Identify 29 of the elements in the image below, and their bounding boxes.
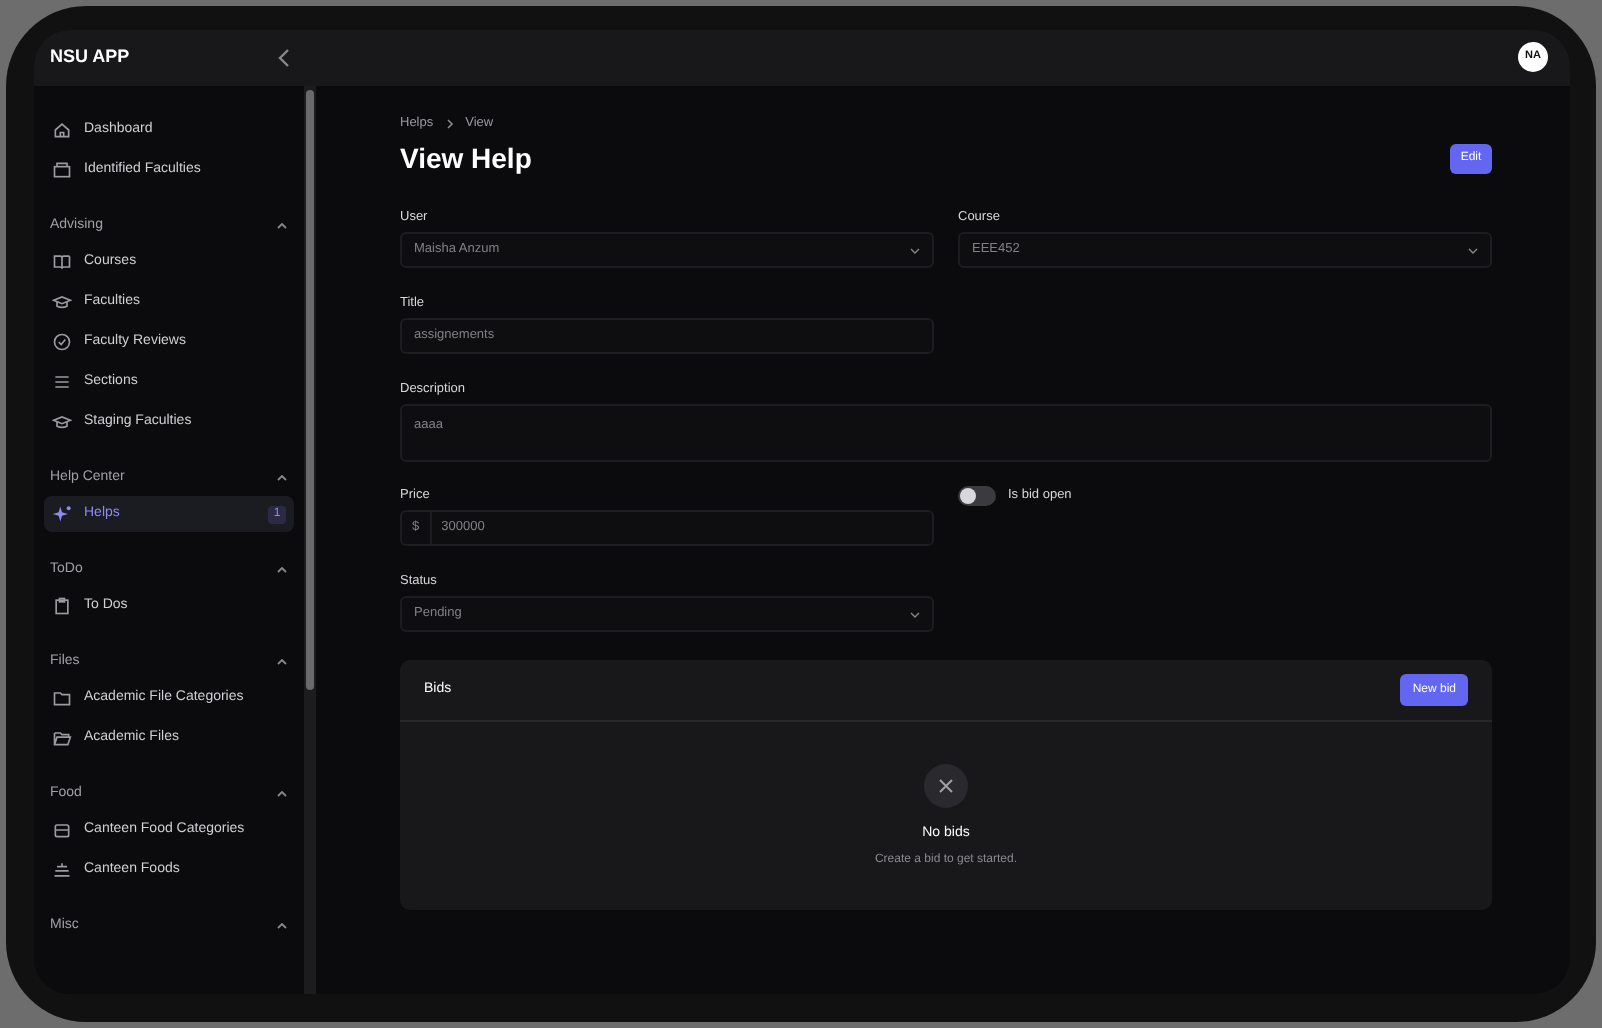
clipboard-icon (52, 596, 72, 616)
chevron-icon (276, 790, 288, 798)
app-title: NSU APP (50, 44, 130, 71)
close-icon (924, 764, 968, 808)
list-icon (52, 372, 72, 392)
toggle-switch[interactable] (958, 486, 996, 506)
graduation-cap-icon (52, 412, 72, 432)
box-icon (52, 160, 72, 180)
chevron-icon (276, 922, 288, 930)
tray-icon (52, 820, 72, 840)
chevron-icon (276, 474, 288, 482)
chevron-icon (276, 658, 288, 666)
chevron-right-icon (445, 118, 454, 130)
book-icon (52, 252, 72, 272)
chevron-icon (276, 222, 288, 230)
open-folder-icon (52, 728, 72, 748)
graduation-cap-icon (52, 292, 72, 312)
home-icon (52, 120, 72, 140)
page-title: View Help (400, 140, 532, 178)
collapse-sidebar-icon[interactable] (276, 48, 292, 68)
check-circle-icon (52, 332, 72, 352)
sparkles-icon (52, 504, 72, 524)
chevron-down-icon (910, 247, 920, 253)
scrollbar[interactable] (304, 86, 316, 994)
chevron-down-icon (910, 611, 920, 617)
stack-icon (52, 860, 72, 880)
chevron-down-icon (1468, 247, 1478, 253)
chevron-icon (276, 566, 288, 574)
folder-icon (52, 688, 72, 708)
